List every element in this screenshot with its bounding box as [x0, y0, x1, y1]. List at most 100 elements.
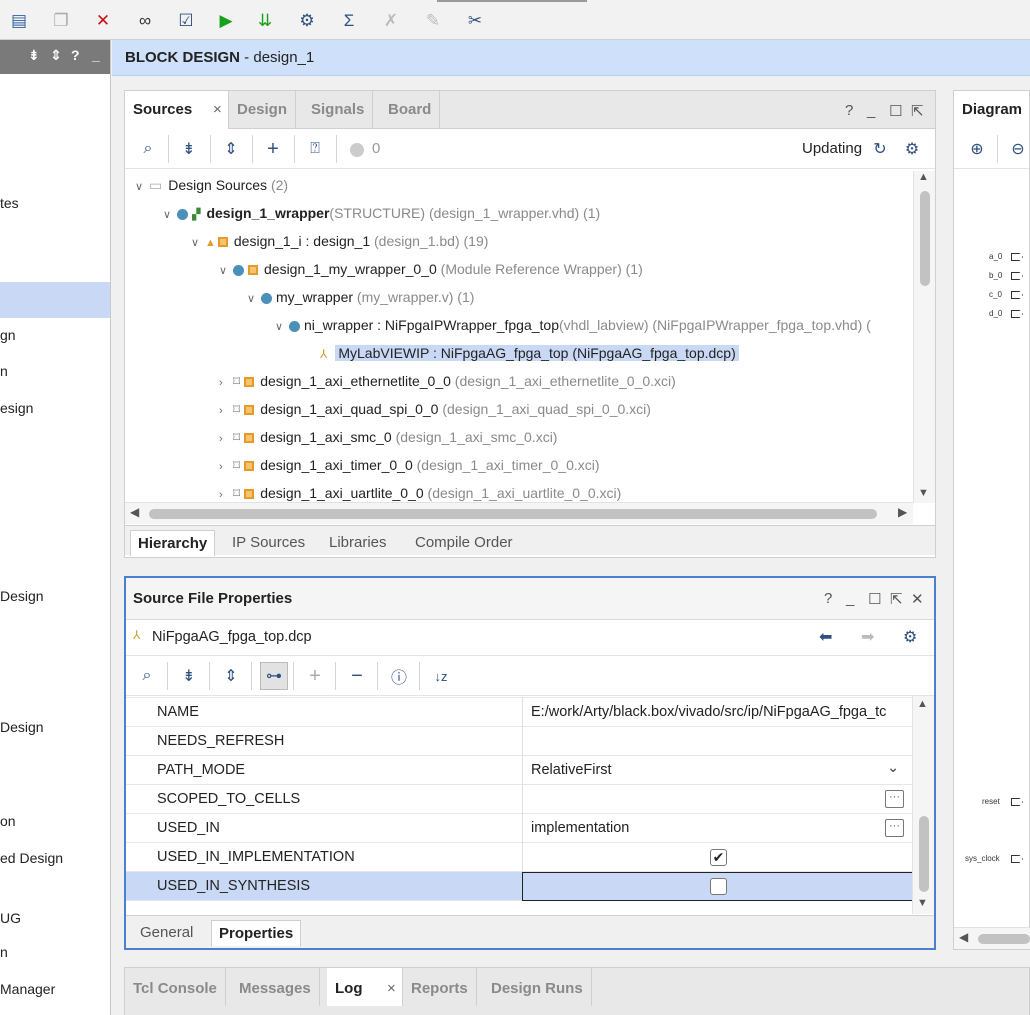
- remove-icon[interactable]: −: [346, 665, 368, 687]
- tab-compile-order[interactable]: Compile Order: [408, 530, 520, 556]
- sort-icon[interactable]: ↓z: [430, 665, 452, 687]
- property-row-used-in[interactable]: USED_IN implementation ···: [126, 814, 914, 843]
- tab-signals[interactable]: Signals: [303, 91, 374, 129]
- collapse-all-icon[interactable]: ⇟: [28, 47, 40, 64]
- tab-hierarchy[interactable]: Hierarchy: [130, 530, 216, 556]
- properties-vertical-scrollbar[interactable]: ▲ ▼: [912, 696, 934, 914]
- search-icon[interactable]: ⌕: [136, 665, 158, 687]
- tree-row[interactable]: › ⌑ design_1_axi_smc_0 (design_1_axi_smc_0…: [219, 423, 557, 451]
- group-by-category-icon[interactable]: ⊶: [260, 662, 288, 690]
- scroll-down-icon[interactable]: ▼: [917, 897, 928, 909]
- tab-design-runs[interactable]: Design Runs: [483, 968, 592, 1006]
- nav-item[interactable]: esign: [0, 400, 110, 416]
- nav-item[interactable]: UG: [0, 910, 110, 926]
- nav-item[interactable]: n: [0, 363, 110, 379]
- tree-vertical-scrollbar[interactable]: ▲ ▼: [913, 171, 935, 503]
- nav-item[interactable]: on: [0, 813, 110, 829]
- report-icon[interactable]: ▤: [8, 10, 30, 32]
- tree-row[interactable]: › ⌑ design_1_axi_ethernetlite_0_0 (design_…: [219, 367, 676, 395]
- used-in-synthesis-checkbox[interactable]: [710, 878, 727, 895]
- sum-icon[interactable]: Σ: [338, 10, 360, 32]
- expand-all-icon[interactable]: ⇕: [220, 138, 242, 160]
- zoom-in-icon[interactable]: ⊕: [966, 138, 988, 160]
- close-icon[interactable]: ✕: [911, 590, 924, 608]
- copy-icon[interactable]: ❐: [50, 10, 72, 32]
- ellipsis-button[interactable]: ···: [885, 819, 904, 837]
- scrollbar-thumb[interactable]: [920, 191, 930, 286]
- scrollbar-thumb[interactable]: [919, 816, 929, 892]
- property-row-scoped-to-cells[interactable]: SCOPED_TO_CELLS ···: [126, 785, 914, 814]
- tree-row[interactable]: ∨ ▭ Design Sources (2): [135, 171, 288, 199]
- info-icon[interactable]: ⓘ: [388, 665, 410, 687]
- settings-icon[interactable]: ⚙: [296, 10, 318, 32]
- tree-row[interactable]: ∨ my_wrapper (my_wrapper.v) (1): [247, 283, 474, 311]
- tab-board[interactable]: Board: [380, 91, 441, 129]
- minimize-icon[interactable]: _: [846, 590, 854, 607]
- tree-row[interactable]: › ⌑ design_1_axi_timer_0_0 (design_1_axi_t…: [219, 451, 600, 479]
- property-row-used-in-synthesis[interactable]: USED_IN_SYNTHESIS: [126, 872, 914, 901]
- chevron-right-icon[interactable]: ›: [219, 397, 233, 425]
- add-icon[interactable]: +: [262, 138, 284, 160]
- input-port-icon[interactable]: [1011, 310, 1023, 318]
- scroll-left-icon[interactable]: ◀: [959, 930, 968, 944]
- expand-all-icon[interactable]: ⇕: [50, 47, 62, 64]
- float-icon[interactable]: ⇱: [890, 590, 903, 608]
- tree-row[interactable]: ∨ ni_wrapper : NiFpgaIPWrapper_fpga_top(v…: [275, 311, 871, 339]
- close-icon[interactable]: ×: [213, 91, 222, 129]
- tab-tcl-console[interactable]: Tcl Console: [125, 968, 226, 1006]
- delete-icon[interactable]: ✕: [92, 10, 114, 32]
- nav-item[interactable]: Design: [0, 588, 110, 604]
- search-icon[interactable]: ⌕: [137, 138, 159, 160]
- back-arrow-icon[interactable]: ⬅: [819, 627, 832, 647]
- maximize-icon[interactable]: ☐: [889, 102, 902, 120]
- zoom-out-icon[interactable]: ⊖: [1007, 138, 1029, 160]
- chevron-down-icon[interactable]: ⌄: [887, 760, 899, 776]
- help-icon[interactable]: ?: [71, 47, 80, 63]
- property-row-needs-refresh[interactable]: NEEDS_REFRESH: [126, 727, 914, 756]
- tree-row[interactable]: ∨ design_1_my_wrapper_0_0 (Module Referen…: [219, 255, 643, 283]
- input-port-icon[interactable]: [1011, 272, 1023, 280]
- find-icon[interactable]: ∞: [134, 10, 156, 32]
- chevron-right-icon[interactable]: ›: [219, 453, 233, 481]
- chevron-down-icon[interactable]: ∨: [219, 257, 233, 285]
- property-row-used-in-implementation[interactable]: USED_IN_IMPLEMENTATION ✔: [126, 843, 914, 872]
- tree-row-selected[interactable]: ⅄ MyLabVIEWIP : NiFpgaAG_fpga_top (NiFpga…: [320, 339, 739, 367]
- tree-row[interactable]: ∨ ▲ design_1_i : design_1 (design_1.bd) (1…: [191, 227, 488, 255]
- chevron-down-icon[interactable]: ∨: [247, 285, 261, 313]
- tab-messages[interactable]: Messages: [231, 968, 320, 1006]
- scroll-up-icon[interactable]: ▲: [918, 171, 929, 183]
- tab-properties[interactable]: Properties: [211, 920, 302, 946]
- chevron-right-icon[interactable]: ›: [219, 425, 233, 453]
- used-in-implementation-checkbox[interactable]: ✔: [710, 849, 727, 866]
- tab-log[interactable]: Log ×: [327, 968, 403, 1006]
- tab-libraries[interactable]: Libraries: [322, 530, 394, 556]
- chevron-down-icon[interactable]: ∨: [191, 229, 205, 257]
- scrollbar-thumb[interactable]: [149, 509, 877, 519]
- tree-horizontal-scrollbar[interactable]: ◀ ▶: [125, 502, 913, 524]
- expand-all-icon[interactable]: ⇕: [220, 665, 242, 687]
- minimize-icon[interactable]: _: [867, 102, 875, 119]
- chevron-down-icon[interactable]: ∨: [163, 201, 177, 229]
- nav-item[interactable]: Manager: [0, 981, 110, 997]
- input-port-icon[interactable]: [1011, 798, 1023, 806]
- tab-diagram[interactable]: Diagram: [954, 91, 1030, 130]
- input-port-icon[interactable]: [1011, 253, 1023, 261]
- nav-item[interactable]: tes: [0, 195, 110, 211]
- tree-row[interactable]: › ⌑ design_1_axi_quad_spi_0_0 (design_1_ax…: [219, 395, 651, 423]
- chevron-right-icon[interactable]: ›: [219, 369, 233, 397]
- input-port-icon[interactable]: [1011, 291, 1023, 299]
- scroll-up-icon[interactable]: ▲: [917, 698, 928, 710]
- gear-icon[interactable]: ⚙: [901, 138, 923, 160]
- minimize-icon[interactable]: _: [92, 47, 100, 63]
- disabled-c-icon[interactable]: ✂: [464, 10, 486, 32]
- nav-item[interactable]: gn: [0, 327, 110, 343]
- chevron-down-icon[interactable]: ∨: [135, 173, 149, 201]
- diagram-horizontal-scrollbar[interactable]: ◀: [954, 927, 1030, 949]
- chevron-down-icon[interactable]: ∨: [275, 313, 289, 341]
- help-icon[interactable]: ?: [824, 590, 832, 607]
- tab-ip-sources[interactable]: IP Sources: [225, 530, 312, 556]
- gear-icon[interactable]: ⚙: [903, 627, 917, 647]
- validate-icon[interactable]: ☑: [175, 10, 197, 32]
- selected-nav-item[interactable]: [0, 282, 110, 318]
- scrollbar-thumb[interactable]: [978, 934, 1030, 944]
